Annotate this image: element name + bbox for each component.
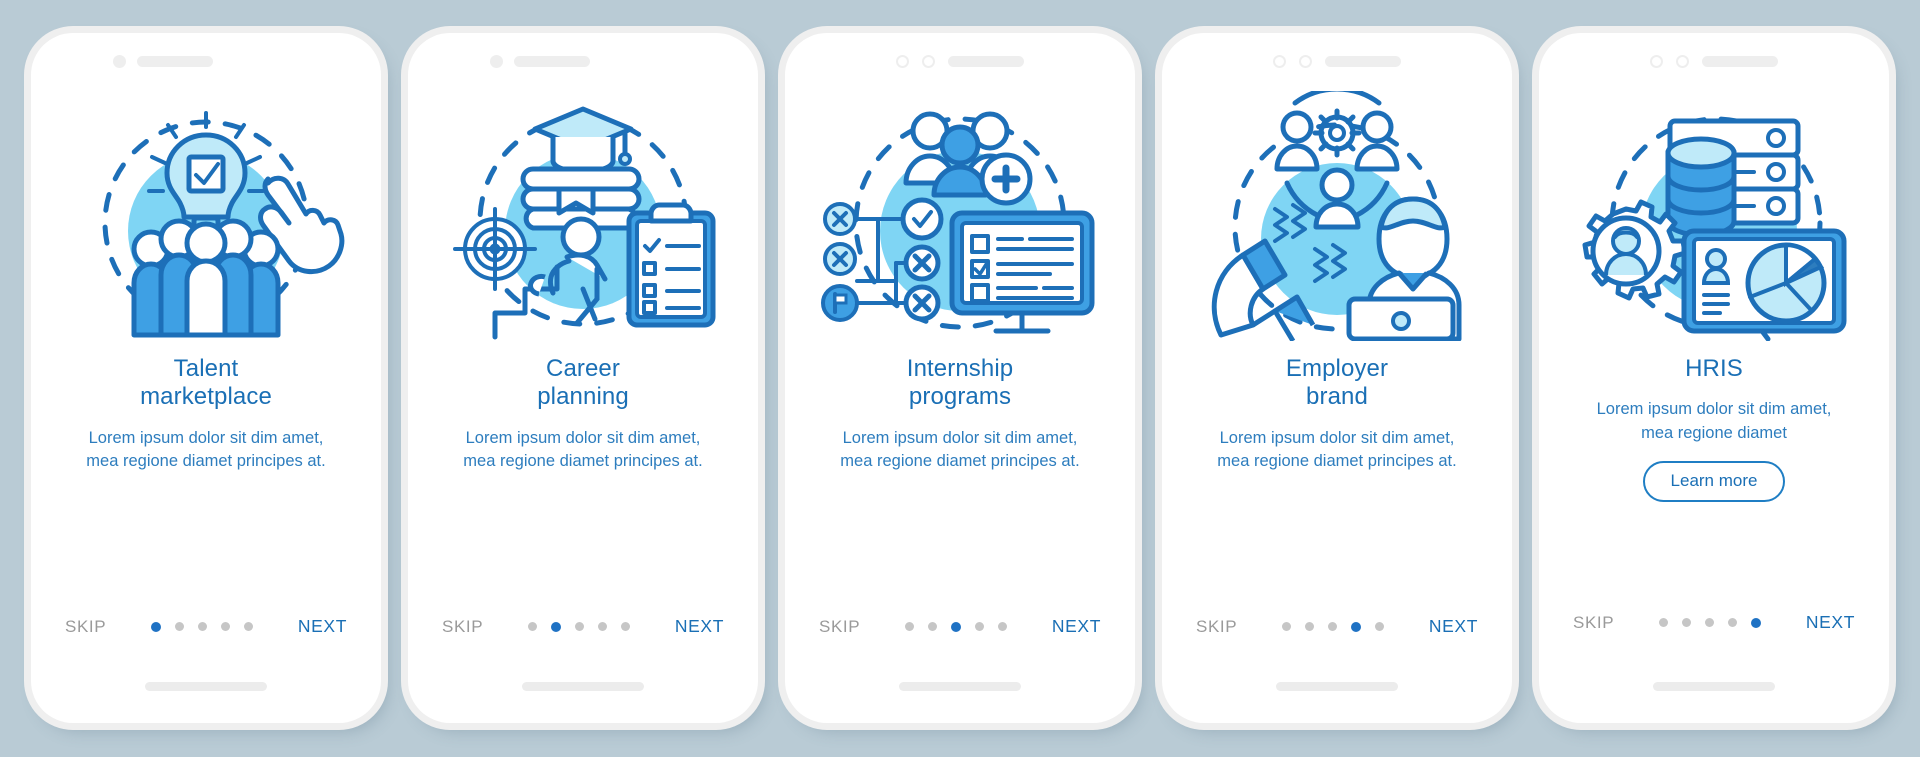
screen-body-text: Lorem ipsum dolor sit dim amet, mea regi… bbox=[86, 428, 326, 471]
home-indicator-bar bbox=[1276, 682, 1398, 691]
speaker-bar-icon bbox=[514, 55, 590, 67]
page-dot-2[interactable] bbox=[1305, 622, 1315, 631]
page-dot-4[interactable] bbox=[975, 622, 985, 631]
skip-button[interactable]: SKIP bbox=[1196, 617, 1237, 637]
page-dot-1[interactable] bbox=[528, 622, 538, 631]
screen-navigation: SKIP NEXT bbox=[31, 616, 381, 637]
speaker-bar-icon bbox=[1325, 55, 1401, 67]
screen-body-text: Lorem ipsum dolor sit dim amet, mea regi… bbox=[1217, 428, 1457, 471]
next-button[interactable]: NEXT bbox=[1052, 616, 1101, 637]
next-button[interactable]: NEXT bbox=[675, 616, 724, 637]
home-indicator-bar bbox=[1653, 682, 1775, 691]
page-dot-1[interactable] bbox=[151, 621, 162, 632]
screen-title: HRIS bbox=[1685, 355, 1743, 382]
page-indicator-dots bbox=[1282, 621, 1385, 632]
sensor-ring-icon bbox=[922, 54, 935, 68]
page-dot-2[interactable] bbox=[551, 621, 562, 632]
page-dot-2[interactable] bbox=[175, 622, 185, 631]
home-indicator-bar bbox=[899, 682, 1021, 691]
onboarding-screen-employer-brand: Employer brand Lorem ipsum dolor sit dim… bbox=[1162, 33, 1512, 723]
page-dot-4[interactable] bbox=[221, 622, 231, 631]
home-indicator-bar bbox=[145, 682, 267, 691]
page-dot-3[interactable] bbox=[1328, 622, 1338, 631]
next-button[interactable]: NEXT bbox=[1429, 616, 1478, 637]
onboarding-screens-set: Talent marketplace Lorem ipsum dolor sit… bbox=[0, 0, 1920, 757]
next-button[interactable]: NEXT bbox=[1806, 612, 1855, 633]
screen-title: Talent marketplace bbox=[140, 355, 272, 411]
page-dot-4[interactable] bbox=[1728, 618, 1738, 627]
page-dot-5[interactable] bbox=[998, 622, 1008, 631]
illustration-graduation-books-target-stairs-checklist bbox=[433, 91, 733, 341]
page-indicator-dots bbox=[1659, 617, 1762, 628]
sensor-ring-icon bbox=[1299, 54, 1312, 68]
skip-button[interactable]: SKIP bbox=[442, 617, 483, 637]
page-dot-2[interactable] bbox=[928, 622, 938, 631]
phone-status-notch bbox=[1162, 33, 1512, 89]
next-button[interactable]: NEXT bbox=[298, 616, 347, 637]
screen-navigation: SKIP NEXT bbox=[1539, 612, 1889, 633]
phone-status-notch bbox=[1539, 33, 1889, 89]
onboarding-screen-career-planning: Career planning Lorem ipsum dolor sit di… bbox=[408, 33, 758, 723]
illustration-database-server-gear-monitor-piechart bbox=[1564, 91, 1864, 341]
page-dot-3[interactable] bbox=[951, 621, 962, 632]
page-dot-5[interactable] bbox=[244, 622, 254, 631]
phone-status-notch bbox=[785, 33, 1135, 89]
page-indicator-dots bbox=[905, 621, 1008, 632]
illustration-lightbulb-checkmark-people-cursor bbox=[56, 91, 356, 341]
camera-dot-icon bbox=[113, 54, 126, 68]
sensor-ring-icon bbox=[1676, 54, 1689, 68]
page-dot-3[interactable] bbox=[575, 622, 585, 631]
camera-ring-icon bbox=[1650, 54, 1663, 68]
camera-ring-icon bbox=[896, 54, 909, 68]
screen-body-text: Lorem ipsum dolor sit dim amet, mea regi… bbox=[463, 428, 703, 471]
illustration-network-gear-magnet-person-laptop bbox=[1187, 91, 1487, 341]
onboarding-screen-internship-programs: Internship programs Lorem ipsum dolor si… bbox=[785, 33, 1135, 723]
screen-title: Employer brand bbox=[1285, 355, 1389, 411]
page-indicator-dots bbox=[528, 621, 631, 632]
screen-body-text: Lorem ipsum dolor sit dim amet, mea regi… bbox=[1596, 400, 1832, 442]
onboarding-screen-talent-marketplace: Talent marketplace Lorem ipsum dolor sit… bbox=[31, 33, 381, 723]
phone-status-notch bbox=[31, 33, 381, 89]
camera-ring-icon bbox=[1273, 54, 1286, 68]
illustration-group-plus-flowchart-monitor bbox=[810, 91, 1110, 341]
skip-button[interactable]: SKIP bbox=[1573, 613, 1614, 633]
speaker-bar-icon bbox=[948, 55, 1024, 67]
page-dot-2[interactable] bbox=[1682, 618, 1692, 627]
page-dot-4[interactable] bbox=[1351, 621, 1362, 632]
screen-navigation: SKIP NEXT bbox=[1162, 616, 1512, 637]
page-dot-3[interactable] bbox=[1705, 618, 1715, 627]
speaker-bar-icon bbox=[137, 55, 213, 67]
page-indicator-dots bbox=[151, 621, 254, 632]
screen-title: Internship programs bbox=[906, 355, 1014, 411]
screen-navigation: SKIP NEXT bbox=[785, 616, 1135, 637]
home-indicator-bar bbox=[522, 682, 644, 691]
page-dot-5[interactable] bbox=[1375, 622, 1385, 631]
onboarding-screen-hris: HRIS Lorem ipsum dolor sit dim amet, mea… bbox=[1539, 33, 1889, 723]
camera-dot-icon bbox=[490, 54, 503, 68]
page-dot-5[interactable] bbox=[621, 622, 631, 631]
page-dot-4[interactable] bbox=[598, 622, 608, 631]
skip-button[interactable]: SKIP bbox=[65, 617, 106, 637]
phone-status-notch bbox=[408, 33, 758, 89]
screen-navigation: SKIP NEXT bbox=[408, 616, 758, 637]
page-dot-1[interactable] bbox=[1282, 622, 1292, 631]
page-dot-1[interactable] bbox=[1659, 618, 1669, 627]
screen-body-text: Lorem ipsum dolor sit dim amet, mea regi… bbox=[840, 428, 1080, 471]
page-dot-5[interactable] bbox=[1751, 617, 1762, 628]
speaker-bar-icon bbox=[1702, 55, 1778, 67]
skip-button[interactable]: SKIP bbox=[819, 617, 860, 637]
learn-more-button[interactable]: Learn more bbox=[1642, 461, 1786, 503]
page-dot-1[interactable] bbox=[905, 622, 915, 631]
screen-title: Career planning bbox=[537, 355, 629, 411]
page-dot-3[interactable] bbox=[198, 622, 208, 631]
